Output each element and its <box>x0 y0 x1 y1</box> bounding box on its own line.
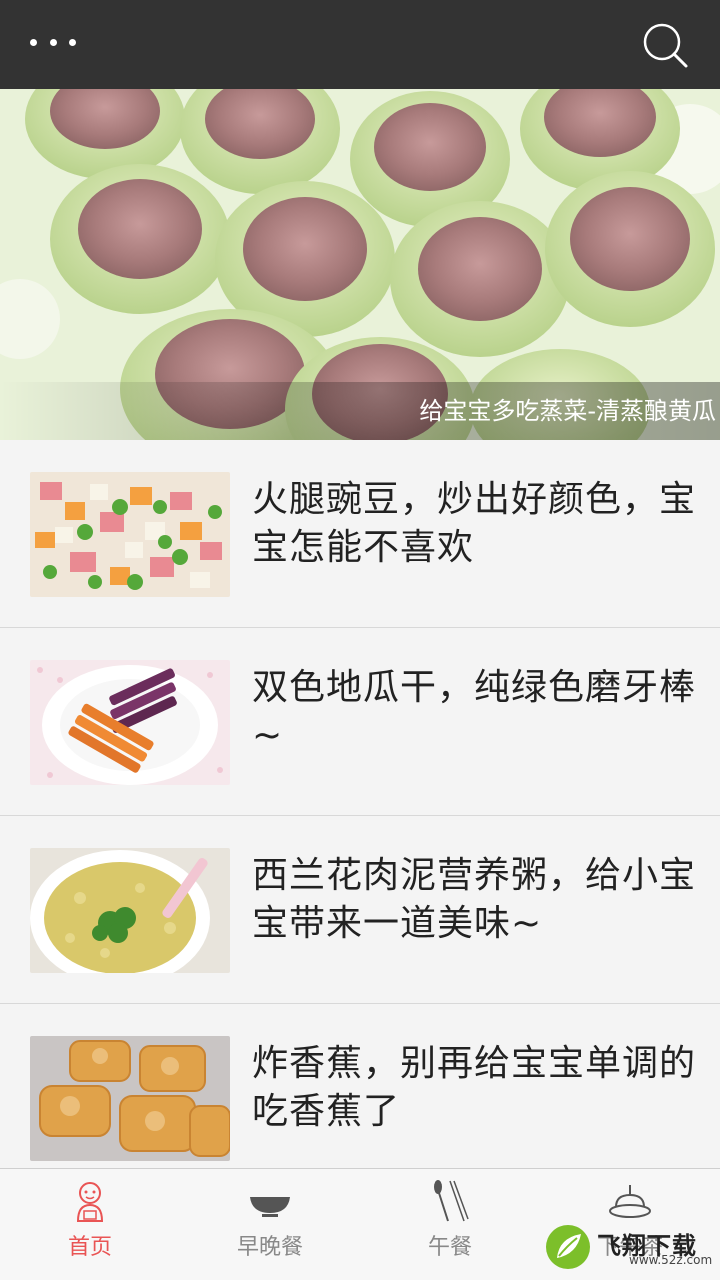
leaf-logo-icon <box>546 1225 590 1269</box>
hero-caption: 给宝宝多吃蒸菜-清蒸酿黄瓜 <box>419 397 716 425</box>
fried-banana-thumbnail <box>30 1036 230 1161</box>
broccoli-porridge-thumbnail <box>30 848 230 973</box>
search-icon[interactable] <box>640 20 690 70</box>
tab-label: 早晚餐 <box>236 1235 303 1260</box>
bowl-icon <box>250 1197 290 1217</box>
list-item[interactable]: 双色地瓜干，纯绿色磨牙棒~ <box>0 628 720 816</box>
ham-peas-thumbnail <box>30 472 230 597</box>
watermark-url: www.52z.com <box>629 1253 713 1267</box>
ellipsis-icon[interactable] <box>30 36 76 48</box>
article-title: 双色地瓜干，纯绿色磨牙棒~ <box>252 667 697 756</box>
tab-breakfast-dinner[interactable]: 早晚餐 <box>180 1169 360 1280</box>
sweet-potato-thumbnail <box>30 660 230 785</box>
article-title: 西兰花肉泥营养粥，给小宝宝带来一道美味~ <box>252 855 697 944</box>
hero-banner[interactable]: 给宝宝多吃蒸菜-清蒸酿黄瓜 <box>0 89 720 440</box>
tab-label: 午餐 <box>427 1235 472 1260</box>
article-title: 火腿豌豆，炒出好颜色，宝宝怎能不喜欢 <box>252 479 697 568</box>
top-bar <box>0 0 720 89</box>
baby-icon <box>76 1182 104 1222</box>
cake-icon <box>609 1185 651 1218</box>
article-list: 火腿豌豆，炒出好颜色，宝宝怎能不喜欢 双色地瓜干，纯绿色磨牙棒~ 西兰花肉泥营养… <box>0 440 720 1192</box>
tab-home[interactable]: 首页 <box>0 1169 180 1280</box>
tab-label: 首页 <box>67 1235 112 1260</box>
article-title: 炸香蕉，别再给宝宝单调的吃香蕉了 <box>252 1043 697 1132</box>
list-item[interactable]: 炸香蕉，别再给宝宝单调的吃香蕉了 <box>0 1004 720 1192</box>
list-item[interactable]: 火腿豌豆，炒出好颜色，宝宝怎能不喜欢 <box>0 440 720 628</box>
list-item[interactable]: 西兰花肉泥营养粥，给小宝宝带来一道美味~ <box>0 816 720 1004</box>
tab-lunch[interactable]: 午餐 <box>360 1169 540 1280</box>
watermark: 飞翔下载 www.52z.com <box>545 1222 715 1274</box>
utensils-icon <box>434 1180 469 1222</box>
